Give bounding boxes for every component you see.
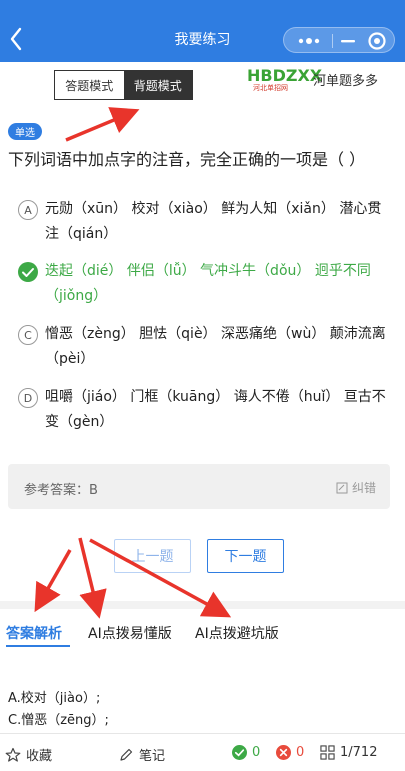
option-d[interactable]: D 咀嚼（jiáo） 门框（kuāng） 诲人不倦（huǐ） 亘古不变（gèn） (18, 385, 388, 435)
option-text: 憎恶（zèng） 胆怯（qiè） 深恶痛绝（wù） 颠沛流离（pèi） (45, 326, 386, 367)
tab-ai-pitfall[interactable]: AI点拨避坑版 (195, 623, 279, 643)
option-text: 迭起（dié） 伴侣（lǚ） 气冲斗牛（dǒu） 迥乎不同（jiǒng） (45, 263, 371, 304)
option-marker: A (18, 200, 38, 220)
report-error-button[interactable]: 纠错 (336, 479, 376, 496)
bottom-toolbar: 收藏 笔记 0 0 1/712 (0, 733, 405, 771)
analysis-line: A.校对（jiào）; (8, 691, 101, 706)
question-text: 下列词语中加点字的注音，完全正确的一项是（ ） (8, 150, 366, 169)
reference-answer-box: 参考答案：B 纠错 (8, 464, 390, 509)
question-progress-button[interactable]: 1/712 (320, 745, 377, 760)
grid-icon (320, 745, 335, 760)
option-a[interactable]: A 元勋（xūn） 校对（xiào） 鲜为人知（xiǎn） 潜心贯注（qián） (18, 197, 388, 247)
correct-check-icon (18, 262, 38, 282)
favorite-button[interactable]: 收藏 (5, 745, 52, 764)
wrong-counter: 0 (276, 745, 304, 760)
close-circle-icon[interactable] (366, 31, 388, 51)
annotation-arrow (34, 549, 72, 613)
annotation-arrow (65, 107, 140, 142)
report-error-label: 纠错 (351, 481, 376, 495)
minimize-icon[interactable] (336, 33, 360, 49)
question-type-badge: 单选 (8, 123, 42, 140)
edit-icon (336, 482, 348, 493)
notes-button[interactable]: 笔记 (118, 745, 165, 764)
mode-toggle: 答题模式 背题模式 (54, 70, 193, 100)
brand-name: 河单题多多 (313, 74, 379, 89)
tab-ai-easy[interactable]: AI点拨易懂版 (88, 623, 172, 643)
mini-program-capsule (283, 27, 395, 53)
capsule-divider (332, 34, 333, 48)
correct-count: 0 (252, 745, 261, 760)
option-b[interactable]: 迭起（dié） 伴侣（lǚ） 气冲斗牛（dǒu） 迥乎不同（jiǒng） (18, 259, 388, 309)
favorite-label: 收藏 (26, 749, 53, 764)
title-bar: 我要练习 (0, 0, 405, 62)
reference-answer: 参考答案：B (24, 483, 98, 498)
prev-question-button[interactable]: 上一题 (114, 539, 191, 573)
wrong-count: 0 (296, 745, 305, 760)
brand-logo: HBDZXX 河北单招网 (247, 66, 322, 92)
logo-subtext: 河北单招网 (253, 84, 288, 92)
option-c[interactable]: C 憎恶（zèng） 胆怯（qiè） 深恶痛绝（wù） 颠沛流离（pèi） (18, 322, 388, 372)
analysis-content: A.校对（jiào）; C.憎恶（zēng）; (8, 688, 400, 732)
answer-mode-button[interactable]: 答题模式 (55, 71, 124, 99)
recite-mode-button[interactable]: 背题模式 (123, 71, 192, 99)
more-icon[interactable] (294, 33, 324, 49)
question-progress: 1/712 (340, 745, 378, 760)
correct-counter: 0 (232, 745, 260, 760)
section-divider (0, 601, 405, 609)
next-question-button[interactable]: 下一题 (207, 539, 284, 573)
pen-icon (120, 748, 133, 761)
tab-answer-analysis[interactable]: 答案解析 (6, 623, 62, 643)
star-icon (5, 747, 21, 762)
option-text: 咀嚼（jiáo） 门框（kuāng） 诲人不倦（huǐ） 亘古不变（gèn） (45, 389, 386, 430)
wrong-icon (276, 745, 291, 760)
option-marker: C (18, 325, 38, 345)
active-tab-indicator (6, 645, 70, 647)
correct-icon (232, 745, 247, 760)
notes-label: 笔记 (139, 749, 166, 764)
analysis-line: C.憎恶（zēng）; (8, 713, 109, 728)
option-marker: D (18, 388, 38, 408)
option-text: 元勋（xūn） 校对（xiào） 鲜为人知（xiǎn） 潜心贯注（qián） (45, 201, 382, 242)
